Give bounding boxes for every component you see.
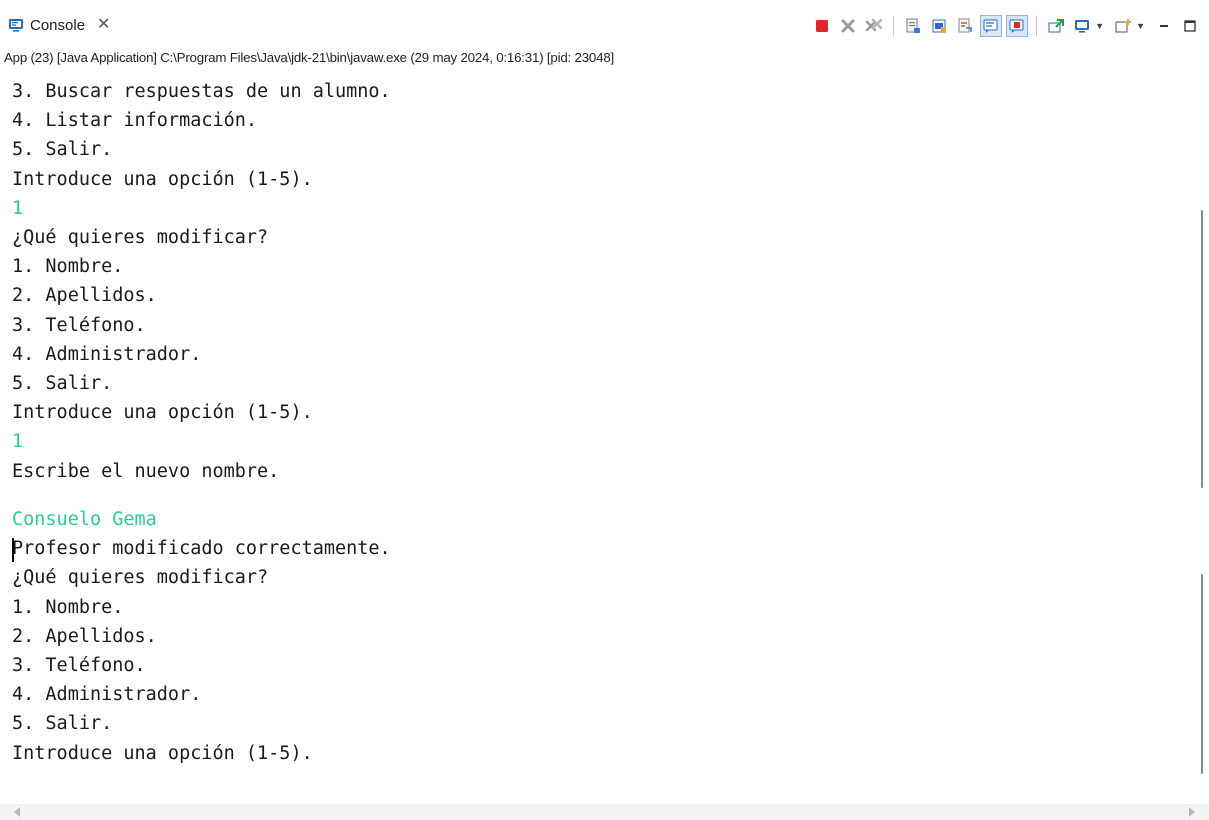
screenshot-seam (0, 490, 1209, 504)
chevron-down-icon[interactable]: ▼ (1136, 21, 1145, 31)
terminate-icon[interactable] (811, 15, 833, 37)
console-output-line: 5. Salir. (12, 139, 113, 161)
pin-console-icon[interactable] (1045, 15, 1067, 37)
console-output-line: ¿Qué quieres modificar? (12, 567, 269, 589)
console-output-line: 3. Buscar respuestas de un alumno. (12, 81, 391, 102)
console-input-line: 1 (12, 431, 24, 453)
word-wrap-icon[interactable] (954, 15, 976, 37)
console-output-line: 4. Administrador. (12, 343, 202, 365)
scroll-left-icon[interactable] (14, 807, 20, 817)
console-output-line: Escribe el nuevo nombre. (12, 460, 280, 482)
process-title: App (23) [Java Application] C:\Program F… (4, 50, 615, 65)
console-output-line: 2. Apellidos. (12, 285, 157, 307)
console-output-line: Introduce una opción (1-5). (12, 742, 313, 764)
remove-all-terminated-icon[interactable] (863, 15, 885, 37)
console-output-line: 1. Nombre. (12, 256, 124, 278)
console-tab-label: Console (30, 16, 86, 34)
console-output-line: 3. Teléfono. (12, 314, 146, 336)
console-tab[interactable]: Console ✕ (8, 11, 110, 39)
console-output-line: 5. Salir. (12, 713, 113, 735)
console-output-line: 1. Nombre. (12, 596, 124, 618)
show-console-on-stderr-icon[interactable] (1006, 15, 1029, 37)
console-output-line: Profesor modificado correctamente. (12, 538, 391, 560)
display-selected-console-icon[interactable] (1071, 15, 1093, 37)
console-icon (8, 17, 24, 33)
minimize-icon[interactable] (1153, 15, 1175, 37)
console-output-line: ¿Qué quieres modificar? (12, 227, 269, 249)
toolbar-separator (1036, 16, 1038, 36)
console-toolbar: ▼ ▼ (811, 14, 1201, 38)
console-output-area[interactable]: 3. Buscar respuestas de un alumno. 4. Lis… (0, 74, 1209, 490)
console-output-line: 5. Salir. (12, 373, 113, 395)
chevron-down-icon[interactable]: ▼ (1095, 21, 1104, 31)
console-lines: 3. Buscar respuestas de un alumno. 4. Lis… (12, 77, 391, 486)
scroll-right-icon[interactable] (1189, 807, 1195, 817)
open-console-icon[interactable] (1112, 15, 1134, 37)
clear-console-icon[interactable] (902, 15, 924, 37)
vertical-scrollbar[interactable] (1201, 574, 1203, 774)
console-output-line: Introduce una opción (1-5). (12, 168, 313, 190)
console-input-line: Consuelo Gema (12, 509, 157, 530)
console-output-line: 3. Teléfono. (12, 655, 146, 677)
console-view-header: Console ✕ ▼ ▼ (0, 0, 1209, 48)
console-lines: Consuelo Gema Profesor modificado correct… (12, 505, 391, 768)
close-icon[interactable]: ✕ (97, 17, 110, 33)
scroll-lock-icon[interactable] (928, 15, 950, 37)
horizontal-scrollbar[interactable] (0, 804, 1209, 820)
console-output-area[interactable]: Consuelo Gema Profesor modificado correct… (0, 504, 1209, 804)
show-console-on-stdout-icon[interactable] (980, 15, 1003, 37)
maximize-icon[interactable] (1179, 15, 1201, 37)
console-output-line: 2. Apellidos. (12, 625, 157, 647)
vertical-scrollbar[interactable] (1201, 210, 1203, 488)
toolbar-separator (893, 16, 895, 36)
console-output-line: Introduce una opción (1-5). (12, 402, 313, 424)
text-cursor (12, 538, 14, 562)
remove-launch-icon[interactable] (837, 15, 859, 37)
console-output-line: 4. Administrador. (12, 684, 202, 706)
console-input-line: 1 (12, 197, 24, 219)
console-output-line: 4. Listar información. (12, 110, 258, 132)
